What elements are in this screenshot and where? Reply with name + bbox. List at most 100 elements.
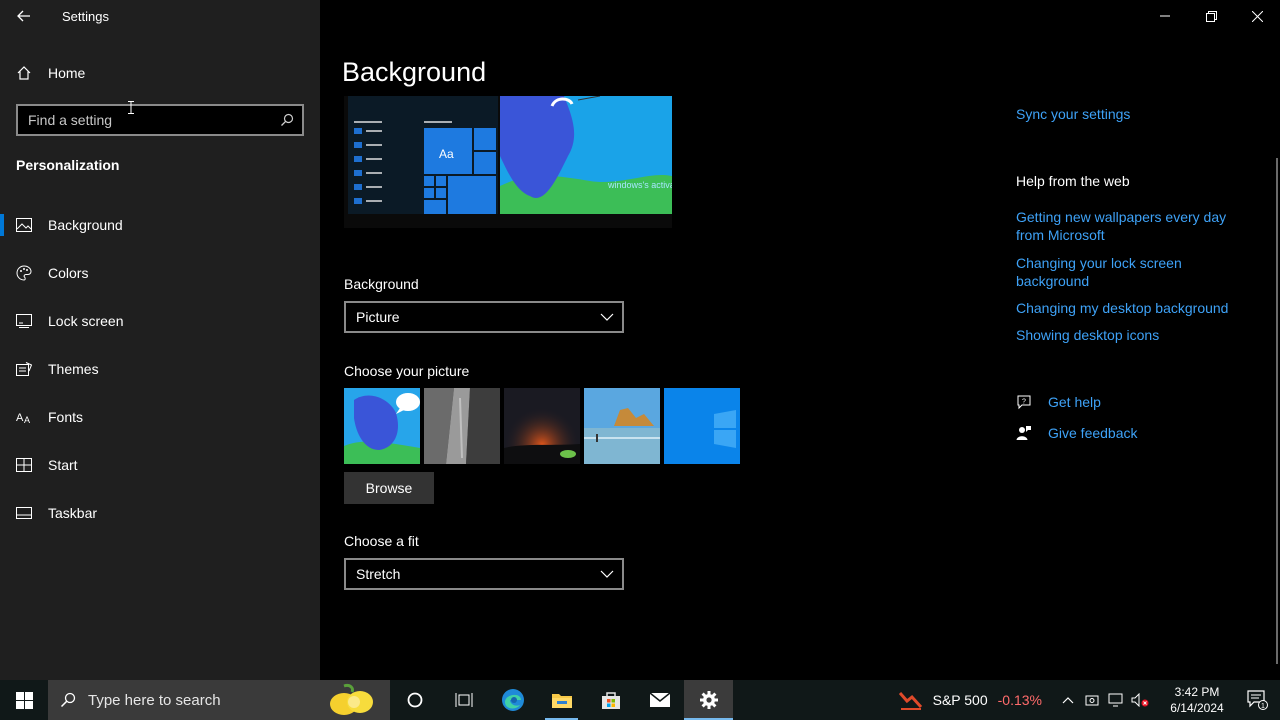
palette-icon bbox=[16, 265, 32, 281]
browse-button[interactable]: Browse bbox=[344, 472, 434, 504]
cortana-button[interactable] bbox=[390, 680, 439, 720]
lemon-highlight-icon bbox=[330, 684, 373, 715]
volume-button[interactable] bbox=[1128, 680, 1152, 720]
help-from-web-title: Help from the web bbox=[1016, 173, 1130, 189]
sidebar-item-label: Start bbox=[48, 457, 78, 473]
stock-change: -0.13% bbox=[997, 692, 1042, 708]
taskbar-icon bbox=[16, 505, 32, 521]
app-title: Settings bbox=[62, 9, 109, 24]
background-label: Background bbox=[344, 276, 419, 292]
find-setting-input[interactable] bbox=[28, 112, 280, 128]
help-link-desktop-background[interactable]: Changing my desktop background bbox=[1016, 299, 1228, 317]
find-setting-search[interactable] bbox=[16, 104, 304, 136]
scrollbar[interactable] bbox=[1276, 158, 1278, 664]
help-link-wallpapers[interactable]: Getting new wallpapers every day from Mi… bbox=[1016, 208, 1236, 244]
picture-thumbnails bbox=[344, 388, 740, 464]
taskbar-search-box[interactable]: Type here to search bbox=[48, 680, 390, 720]
preview-tile-text: Aa bbox=[439, 147, 454, 161]
picture-thumbnail-windows-blue[interactable] bbox=[664, 388, 740, 464]
action-center-button[interactable]: 1 bbox=[1236, 680, 1280, 720]
background-type-value: Picture bbox=[356, 309, 400, 325]
sidebar-item-label: Fonts bbox=[48, 409, 84, 425]
back-button[interactable] bbox=[10, 4, 38, 28]
sidebar-item-label: Background bbox=[48, 217, 123, 233]
picture-thumbnail-rock[interactable] bbox=[424, 388, 500, 464]
sync-settings-link[interactable]: Sync your settings bbox=[1016, 105, 1130, 123]
stock-name: S&P 500 bbox=[932, 692, 988, 708]
help-link-lock-screen[interactable]: Changing your lock screen background bbox=[1016, 254, 1216, 290]
choose-fit-label: Choose a fit bbox=[344, 533, 419, 549]
search-icon bbox=[281, 113, 294, 126]
chevron-up-icon bbox=[1062, 697, 1074, 704]
system-tray: S&P 500 -0.13% 3:42 PM 6/14/2024 1 bbox=[898, 680, 1280, 720]
picture-thumbnail-night-sky[interactable] bbox=[504, 388, 580, 464]
show-hidden-icons-button[interactable] bbox=[1056, 680, 1080, 720]
edge-browser-icon bbox=[501, 689, 524, 711]
task-view-button[interactable] bbox=[439, 680, 488, 720]
sidebar-item-label: Colors bbox=[48, 265, 89, 281]
give-feedback-action[interactable]: Give feedback bbox=[1016, 424, 1138, 442]
help-link-desktop-icons[interactable]: Showing desktop icons bbox=[1016, 326, 1159, 344]
fonts-icon: AA bbox=[16, 409, 32, 425]
restore-icon bbox=[1205, 10, 1217, 22]
close-button[interactable] bbox=[1234, 0, 1280, 32]
sidebar-item-start[interactable]: Start bbox=[0, 441, 320, 489]
network-button[interactable] bbox=[1104, 680, 1128, 720]
home-icon bbox=[17, 66, 31, 80]
themes-icon bbox=[16, 361, 32, 377]
clock[interactable]: 3:42 PM 6/14/2024 bbox=[1158, 684, 1236, 716]
get-help-action[interactable]: ? Get help bbox=[1016, 393, 1101, 411]
settings-taskbar-button[interactable] bbox=[684, 680, 733, 720]
lock-screen-icon bbox=[16, 313, 32, 329]
page-title: Background bbox=[342, 57, 487, 87]
get-help-link[interactable]: Get help bbox=[1048, 393, 1101, 411]
taskbar: Type here to search S&P 500 -0.13% 3:42 … bbox=[0, 680, 1280, 720]
folder-icon bbox=[551, 694, 572, 708]
fit-value: Stretch bbox=[356, 566, 401, 582]
mail-icon bbox=[649, 692, 670, 707]
picture-thumbnail-cartoon[interactable] bbox=[344, 388, 420, 464]
store-taskbar-button[interactable] bbox=[586, 680, 635, 720]
preview-start-menu: Aa bbox=[348, 96, 498, 214]
gear-icon bbox=[699, 691, 718, 709]
clock-time: 3:42 PM bbox=[1174, 685, 1220, 699]
sidebar-item-taskbar[interactable]: Taskbar bbox=[0, 489, 320, 537]
minimize-button[interactable] bbox=[1142, 0, 1188, 32]
picture-thumbnail-beach[interactable] bbox=[584, 388, 660, 464]
picture-icon bbox=[16, 217, 32, 233]
start-button[interactable] bbox=[0, 680, 48, 720]
meet-now-button[interactable] bbox=[1080, 680, 1104, 720]
taskbar-search-placeholder: Type here to search bbox=[88, 691, 221, 709]
sidebar-item-label: Lock screen bbox=[48, 313, 124, 329]
stock-widget[interactable]: S&P 500 -0.13% bbox=[898, 689, 1042, 711]
sidebar-item-lock-screen[interactable]: Lock screen bbox=[0, 297, 320, 345]
background-type-dropdown[interactable]: Picture bbox=[344, 301, 624, 333]
choose-fit-dropdown[interactable]: Stretch bbox=[344, 558, 624, 590]
mail-taskbar-button[interactable] bbox=[635, 680, 684, 720]
restore-button[interactable] bbox=[1188, 0, 1234, 32]
chevron-down-icon bbox=[600, 313, 614, 321]
choose-picture-label: Choose your picture bbox=[344, 363, 470, 379]
edge-taskbar-button[interactable] bbox=[488, 680, 537, 720]
svg-text:A: A bbox=[24, 415, 30, 424]
sidebar-item-fonts[interactable]: AA Fonts bbox=[0, 393, 320, 441]
back-arrow-icon bbox=[17, 10, 30, 22]
sidebar-nav: Background Colors Lock screen Themes AA … bbox=[0, 201, 320, 537]
sidebar-item-label: Themes bbox=[48, 361, 99, 377]
search-icon bbox=[60, 692, 76, 708]
sidebar-item-background[interactable]: Background bbox=[0, 201, 320, 249]
sidebar: Settings Home Personalization Background… bbox=[0, 0, 320, 680]
give-feedback-link[interactable]: Give feedback bbox=[1048, 424, 1138, 442]
get-help-icon: ? bbox=[1017, 395, 1031, 410]
home-label: Home bbox=[48, 65, 86, 81]
feedback-icon bbox=[1016, 426, 1031, 440]
home-nav-item[interactable]: Home bbox=[16, 62, 85, 84]
sidebar-item-colors[interactable]: Colors bbox=[0, 249, 320, 297]
svg-text:A: A bbox=[16, 412, 24, 424]
text-cursor-icon bbox=[128, 101, 134, 114]
notification-count: 1 bbox=[1261, 703, 1265, 710]
sidebar-item-themes[interactable]: Themes bbox=[0, 345, 320, 393]
meet-now-icon bbox=[1085, 695, 1099, 706]
task-view-icon bbox=[455, 693, 472, 707]
file-explorer-taskbar-button[interactable] bbox=[537, 680, 586, 720]
